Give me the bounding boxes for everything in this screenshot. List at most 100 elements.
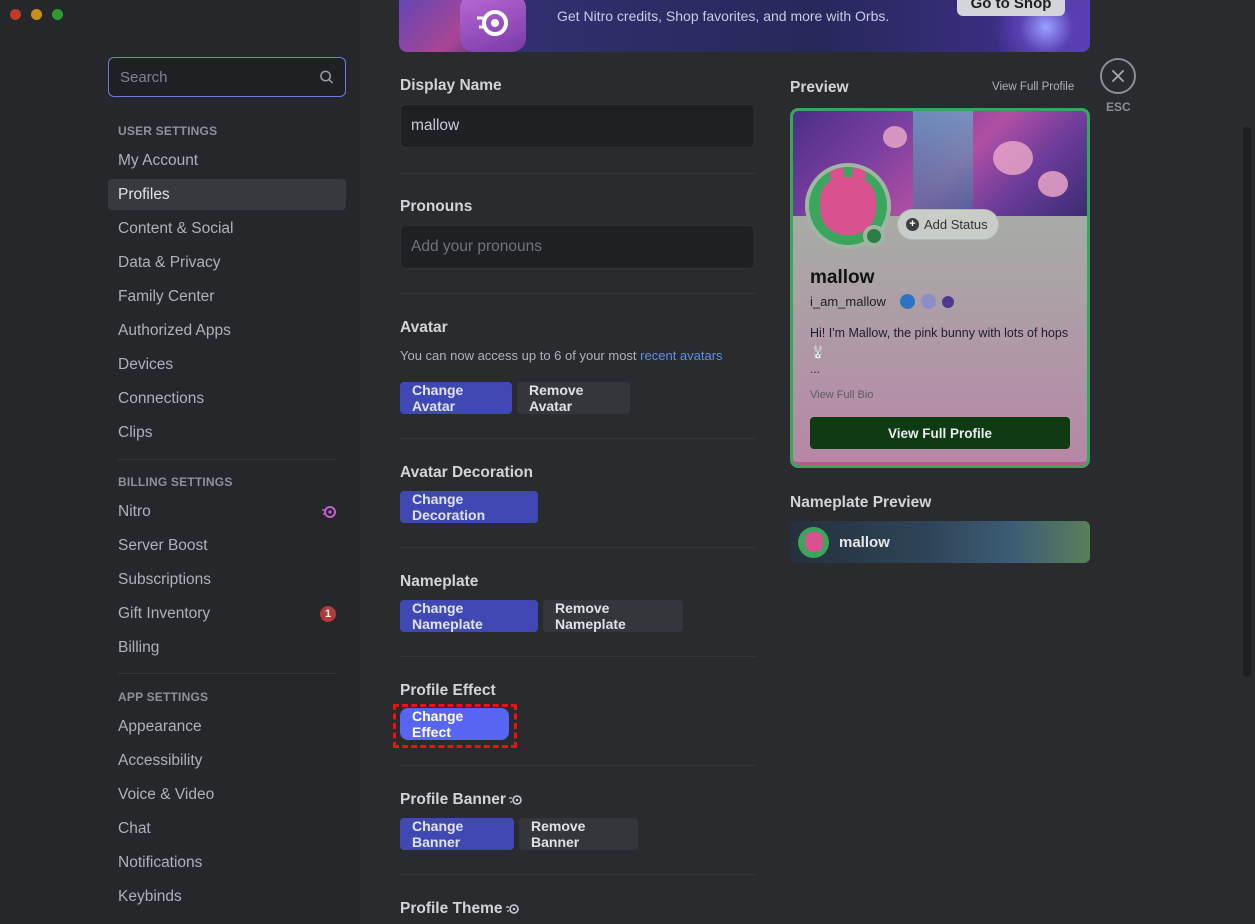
maximize-window-button[interactable] bbox=[52, 9, 63, 20]
esc-label: ESC bbox=[1106, 100, 1131, 114]
nameplate-name: mallow bbox=[839, 533, 890, 551]
profile-username: i_am_mallow bbox=[810, 294, 886, 309]
sidebar-item-label: Nitro bbox=[118, 502, 151, 520]
sidebar-item-label: Accessibility bbox=[118, 751, 203, 769]
sidebar-item-keybinds[interactable]: Keybinds bbox=[108, 881, 346, 912]
close-settings-button[interactable] bbox=[1100, 58, 1136, 94]
remove-avatar-button[interactable]: Remove Avatar bbox=[517, 382, 630, 414]
sidebar-item-gift-inventory[interactable]: Gift Inventory 1 bbox=[108, 598, 346, 629]
close-icon bbox=[1112, 70, 1124, 82]
nameplate-preview: mallow bbox=[790, 521, 1090, 563]
orbs-logo-icon bbox=[460, 0, 526, 52]
nitro-icon bbox=[505, 904, 519, 914]
add-status-label: Add Status bbox=[924, 217, 988, 232]
display-name-label: Display Name bbox=[400, 77, 502, 94]
profile-display-name: mallow bbox=[810, 267, 875, 288]
close-window-button[interactable] bbox=[10, 9, 21, 20]
sidebar-item-label: Gift Inventory bbox=[118, 604, 211, 622]
sidebar-item-label: Server Boost bbox=[118, 536, 208, 554]
pronouns-input[interactable]: Add your pronouns bbox=[400, 225, 755, 269]
profile-effect-label: Profile Effect bbox=[400, 682, 496, 699]
profile-banner-label-text: Profile Banner bbox=[400, 791, 506, 808]
sidebar-item-label: Keybinds bbox=[118, 887, 182, 905]
profile-username-row: i_am_mallow bbox=[810, 294, 954, 309]
change-avatar-button[interactable]: Change Avatar bbox=[400, 382, 512, 414]
bunny-avatar-icon bbox=[804, 532, 823, 552]
sidebar-item-notifications[interactable]: Notifications bbox=[108, 847, 346, 878]
sidebar-item-clips[interactable]: Clips bbox=[108, 417, 346, 448]
section-divider bbox=[400, 173, 755, 174]
sidebar-item-label: Voice & Video bbox=[118, 785, 215, 803]
pronouns-label: Pronouns bbox=[400, 198, 473, 215]
sidebar-item-billing[interactable]: Billing bbox=[108, 632, 346, 663]
change-banner-button[interactable]: Change Banner bbox=[400, 818, 514, 850]
avatar-help-body: You can now access up to 6 of your most bbox=[400, 348, 641, 363]
change-nameplate-button[interactable]: Change Nameplate bbox=[400, 600, 538, 632]
sidebar-item-accessibility[interactable]: Accessibility bbox=[108, 745, 346, 776]
orbs-badge-icon[interactable] bbox=[899, 294, 915, 309]
view-full-profile-link[interactable]: View Full Profile bbox=[992, 81, 1074, 93]
profile-banner-label: Profile Banner bbox=[400, 791, 523, 809]
minimize-window-button[interactable] bbox=[31, 9, 42, 20]
change-effect-button[interactable]: Change Effect bbox=[400, 708, 509, 740]
sidebar-item-my-account[interactable]: My Account bbox=[108, 145, 346, 176]
orbs-promo-banner: Get Nitro credits, Shop favorites, and m… bbox=[399, 0, 1090, 52]
nitro-icon bbox=[322, 505, 336, 518]
sidebar-item-server-boost[interactable]: Server Boost bbox=[108, 530, 346, 561]
sidebar-item-label: Clips bbox=[118, 423, 153, 441]
section-header-billing-settings: BILLING SETTINGS bbox=[118, 475, 233, 489]
section-divider bbox=[400, 547, 755, 548]
display-name-input[interactable]: mallow bbox=[400, 104, 755, 148]
section-divider bbox=[400, 874, 755, 875]
recent-avatars-link[interactable]: recent avatars bbox=[640, 348, 722, 363]
banner-blossom-art bbox=[993, 141, 1033, 175]
add-status-button[interactable]: + Add Status bbox=[897, 209, 999, 240]
section-divider bbox=[400, 656, 755, 657]
section-divider bbox=[400, 765, 755, 766]
go-to-shop-button[interactable]: Go to Shop bbox=[957, 0, 1065, 16]
remove-nameplate-button[interactable]: Remove Nameplate bbox=[543, 600, 683, 632]
sidebar-item-family-center[interactable]: Family Center bbox=[108, 281, 346, 312]
profile-theme-label: Profile Theme bbox=[400, 900, 520, 918]
remove-banner-button[interactable]: Remove Banner bbox=[519, 818, 638, 850]
sidebar-item-appearance[interactable]: Appearance bbox=[108, 711, 346, 742]
search-input[interactable] bbox=[120, 68, 319, 86]
view-full-profile-button[interactable]: View Full Profile bbox=[810, 417, 1070, 449]
content-scrollbar[interactable] bbox=[1243, 127, 1251, 677]
sidebar-item-label: Notifications bbox=[118, 853, 203, 871]
sidebar-item-subscriptions[interactable]: Subscriptions bbox=[108, 564, 346, 595]
window-controls bbox=[10, 9, 63, 20]
avatar bbox=[798, 526, 829, 558]
sidebar-item-connections[interactable]: Connections bbox=[108, 383, 346, 414]
sidebar-item-label: Profiles bbox=[118, 185, 170, 203]
quest-badge-icon[interactable] bbox=[941, 295, 954, 308]
settings-search[interactable] bbox=[108, 57, 346, 97]
sidebar-item-data-privacy[interactable]: Data & Privacy bbox=[108, 247, 346, 278]
sidebar-item-label: Appearance bbox=[118, 717, 202, 735]
sidebar-item-label: Devices bbox=[118, 355, 174, 373]
sidebar-item-content-social[interactable]: Content & Social bbox=[108, 213, 346, 244]
sidebar-item-label: Subscriptions bbox=[118, 570, 212, 588]
change-decoration-button[interactable]: Change Decoration bbox=[400, 491, 538, 523]
banner-blossom-art bbox=[1038, 171, 1068, 197]
banner-blossom-art bbox=[883, 126, 907, 148]
sidebar-item-nitro[interactable]: Nitro bbox=[108, 496, 346, 527]
nameplate-preview-label: Nameplate Preview bbox=[790, 494, 932, 511]
sidebar-item-voice-video[interactable]: Voice & Video bbox=[108, 779, 346, 810]
boost-badge-icon[interactable] bbox=[920, 294, 936, 309]
sidebar-item-devices[interactable]: Devices bbox=[108, 349, 346, 380]
preview-label: Preview bbox=[790, 79, 849, 96]
sidebar-item-profiles[interactable]: Profiles bbox=[108, 179, 346, 210]
sidebar-item-label: Family Center bbox=[118, 287, 215, 305]
section-header-user-settings: USER SETTINGS bbox=[118, 124, 218, 138]
sidebar-item-label: Authorized Apps bbox=[118, 321, 231, 339]
view-full-bio-link[interactable]: View Full Bio bbox=[810, 389, 873, 401]
promo-text: Get Nitro credits, Shop favorites, and m… bbox=[557, 8, 890, 24]
sidebar-item-authorized-apps[interactable]: Authorized Apps bbox=[108, 315, 346, 346]
profile-theme-label-text: Profile Theme bbox=[400, 900, 503, 917]
section-divider bbox=[400, 293, 755, 294]
sidebar-divider bbox=[118, 459, 336, 460]
plus-icon: + bbox=[906, 218, 919, 231]
sidebar-item-chat[interactable]: Chat bbox=[108, 813, 346, 844]
sidebar-item-label: Data & Privacy bbox=[118, 253, 221, 271]
